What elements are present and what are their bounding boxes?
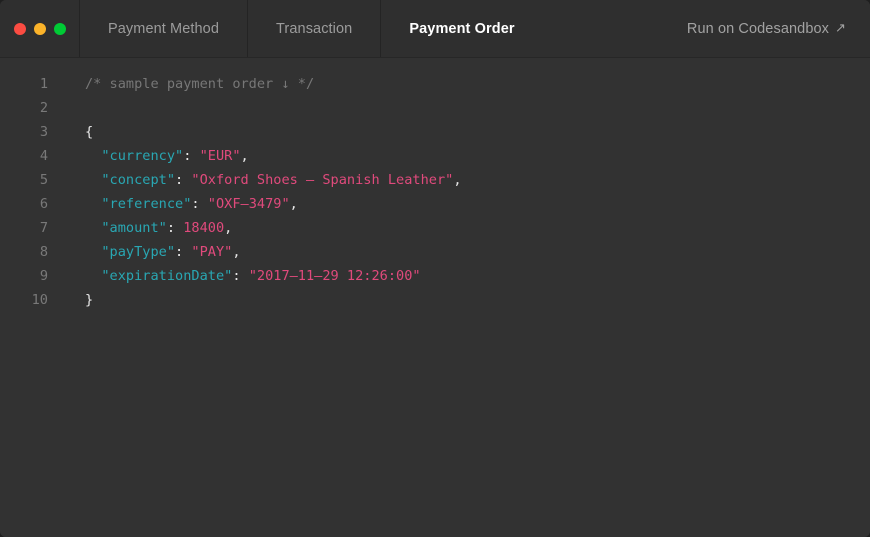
line-content[interactable]: "payType": "PAY",	[48, 240, 870, 264]
line-number: 9	[39, 268, 48, 284]
titlebar-spacer	[543, 0, 687, 57]
token-key: "expirationDate"	[101, 268, 233, 284]
code-editor[interactable]: 1/* sample payment order ↓ */2 3{4 "curr…	[0, 58, 870, 537]
token-punct: ,	[232, 244, 241, 260]
line-content[interactable]: {	[48, 120, 870, 144]
maximize-window-button[interactable]	[53, 22, 66, 35]
token-punct	[85, 268, 101, 284]
run-on-codesandbox-label: Run on Codesandbox	[686, 20, 829, 37]
token-punct: ,	[453, 172, 462, 188]
window-controls	[0, 0, 80, 57]
code-line: 1 /* sample payment order ↓ */	[0, 72, 870, 96]
line-number: 1	[39, 76, 48, 92]
tab-payment-order[interactable]: Payment Order	[381, 0, 542, 57]
token-punct: :	[232, 268, 249, 284]
token-punct: ,	[224, 220, 233, 236]
token-punct: :	[175, 244, 192, 260]
line-content[interactable]: /* sample payment order ↓ */	[48, 72, 870, 96]
tab-label: Payment Method	[108, 20, 220, 37]
line-content[interactable]: "currency": "EUR",	[48, 144, 870, 168]
editor-window: Payment Method Transaction Payment Order…	[0, 0, 870, 537]
title-bar: Payment Method Transaction Payment Order…	[0, 0, 870, 58]
line-content[interactable]: }	[48, 288, 870, 312]
token-number: 18400	[183, 220, 225, 236]
tab-label: Transaction	[276, 20, 353, 37]
code-line: 7 "amount": 18400,	[0, 216, 870, 240]
token-string: "2017–11–29 12:26:00"	[248, 268, 421, 284]
code-line: 9 "expirationDate": "2017–11–29 12:26:00…	[0, 264, 870, 288]
token-punct: :	[191, 196, 208, 212]
token-string: "OXF–3479"	[207, 196, 290, 212]
line-number: 7	[39, 220, 48, 236]
token-punct	[85, 172, 101, 188]
token-punct	[85, 148, 101, 164]
line-content[interactable]: "concept": "Oxford Shoes – Spanish Leath…	[48, 168, 870, 192]
token-punct: ,	[240, 148, 249, 164]
code-line: 3{	[0, 120, 870, 144]
line-number: 10	[31, 292, 48, 308]
token-key: "currency"	[101, 148, 184, 164]
code-line: 10}	[0, 288, 870, 312]
tab-payment-method[interactable]: Payment Method	[80, 0, 249, 57]
tab-transaction[interactable]: Transaction	[248, 0, 382, 57]
token-punct	[85, 244, 101, 260]
token-key: "concept"	[101, 172, 176, 188]
token-string: "EUR"	[199, 148, 241, 164]
token-punct	[85, 196, 101, 212]
line-number: 4	[39, 148, 48, 164]
line-number: 8	[39, 244, 48, 260]
code-lines: 1/* sample payment order ↓ */2 3{4 "curr…	[0, 72, 870, 312]
code-line: 8 "payType": "PAY",	[0, 240, 870, 264]
token-key: "amount"	[101, 220, 167, 236]
line-content[interactable]: "amount": 18400,	[48, 216, 870, 240]
tab-label: Payment Order	[409, 20, 515, 37]
token-punct: }	[85, 292, 94, 308]
token-punct: ,	[289, 196, 298, 212]
token-key: "payType"	[101, 244, 176, 260]
line-number: 2	[39, 100, 48, 116]
minimize-window-button[interactable]	[33, 22, 46, 35]
line-content[interactable]	[48, 96, 870, 120]
close-window-button[interactable]	[13, 22, 26, 35]
line-number: 3	[39, 124, 48, 140]
code-line: 2	[0, 96, 870, 120]
line-number: 6	[39, 196, 48, 212]
token-punct: {	[85, 124, 94, 140]
tab-bar: Payment Method Transaction Payment Order	[80, 0, 543, 57]
code-line: 5 "concept": "Oxford Shoes – Spanish Lea…	[0, 168, 870, 192]
token-string: "PAY"	[191, 244, 233, 260]
line-content[interactable]: "reference": "OXF–3479",	[48, 192, 870, 216]
token-punct: :	[183, 148, 200, 164]
line-number: 5	[39, 172, 48, 188]
token-comment: /* sample payment order ↓ */	[85, 76, 315, 92]
token-punct	[85, 220, 101, 236]
run-on-codesandbox-link[interactable]: Run on Codesandbox ↗	[687, 0, 870, 57]
code-line: 6 "reference": "OXF–3479",	[0, 192, 870, 216]
code-line: 4 "currency": "EUR",	[0, 144, 870, 168]
token-punct: :	[175, 172, 192, 188]
token-punct: :	[166, 220, 184, 236]
external-link-arrow-icon: ↗	[835, 20, 846, 35]
line-content[interactable]: "expirationDate": "2017–11–29 12:26:00"	[48, 264, 870, 288]
token-string: "Oxford Shoes – Spanish Leather"	[191, 172, 454, 188]
token-key: "reference"	[101, 196, 192, 212]
